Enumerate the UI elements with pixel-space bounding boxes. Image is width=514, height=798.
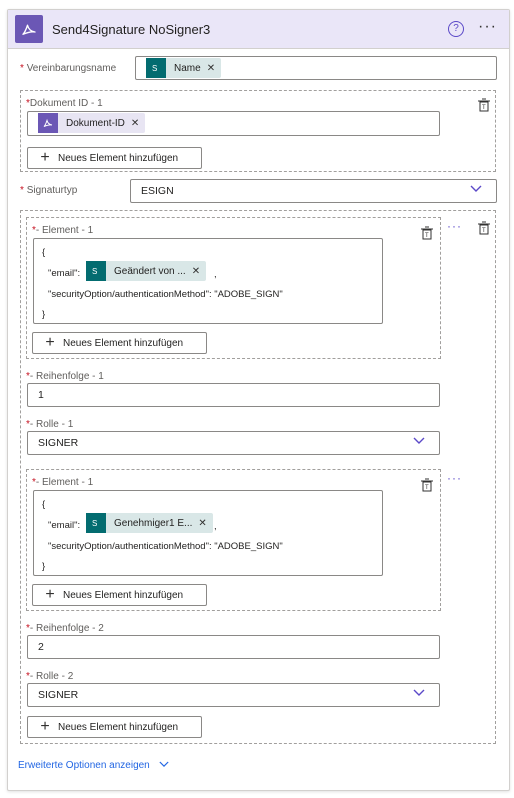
clear-items-icon[interactable]: T (420, 478, 434, 492)
dokument-id-token[interactable]: Dokument-ID ✕ (38, 113, 146, 133)
add-dokument-button[interactable]: + Neues Element hinzufügen (27, 147, 202, 169)
chevron-down-icon (413, 437, 425, 444)
more-icon[interactable]: ··· (478, 18, 497, 36)
reihenfolge-2-field[interactable]: 2 (27, 635, 440, 659)
signer-2-element-label: *- Element - 1 (32, 477, 94, 488)
svg-text:S: S (152, 64, 157, 73)
email-token[interactable]: S Genehmiger1 E... ✕ (86, 513, 213, 533)
svg-text:T: T (482, 228, 486, 234)
adobe-acrobat-icon (15, 15, 43, 43)
rolle-1-dropdown[interactable]: SIGNER (27, 431, 440, 455)
clear-items-icon[interactable]: T (477, 98, 491, 112)
signer-1-element-label: *- Element - 1 (32, 225, 94, 236)
clear-items-icon[interactable]: T (420, 226, 434, 240)
name-token[interactable]: S Name ✕ (146, 58, 222, 78)
more-icon[interactable]: ··· (447, 471, 462, 485)
remove-token-icon[interactable]: ✕ (131, 118, 139, 129)
signer-2-add-element-button[interactable]: + Neues Element hinzufügen (32, 584, 207, 606)
clear-items-icon[interactable]: T (477, 221, 491, 235)
email-token[interactable]: S Geändert von ... ✕ (86, 261, 207, 281)
sharepoint-icon: S (146, 58, 166, 78)
rolle-1-label: *- Rolle - 1 (26, 419, 74, 430)
svg-text:S: S (92, 267, 97, 276)
dokument-label: *Dokument ID - 1 (26, 98, 103, 109)
more-icon[interactable]: ··· (447, 219, 462, 233)
chevron-down-icon (470, 185, 482, 192)
svg-text:T: T (425, 485, 429, 491)
signer-1-add-element-button[interactable]: + Neues Element hinzufügen (32, 332, 207, 354)
plus-icon: + (40, 718, 50, 735)
show-advanced-options-link[interactable]: Erweiterte Optionen anzeigen (18, 760, 169, 771)
chevron-down-icon (413, 689, 425, 696)
action-title: Send4Signature NoSigner3 (52, 22, 211, 37)
rolle-2-label: *- Rolle - 2 (26, 671, 74, 682)
sharepoint-icon: S (86, 261, 106, 281)
help-circle-icon[interactable]: ? (448, 21, 464, 37)
action-header[interactable]: Send4Signature NoSigner3 ? ··· (8, 10, 509, 49)
vereinbarungsname-field[interactable]: S Name ✕ (135, 56, 497, 80)
remove-token-icon[interactable]: ✕ (198, 518, 206, 529)
sharepoint-icon: S (86, 513, 106, 533)
plus-icon: + (45, 334, 55, 351)
signer-1-json-editor[interactable]: { "email": S Geändert von ... ✕ , "secur… (33, 238, 383, 324)
svg-text:S: S (92, 519, 97, 528)
svg-text:T: T (482, 105, 486, 111)
reihenfolge-1-field[interactable]: 1 (27, 383, 440, 407)
add-signer-button[interactable]: + Neues Element hinzufügen (27, 716, 202, 738)
reihenfolge-1-label: *- Reihenfolge - 1 (26, 371, 104, 382)
reihenfolge-2-label: *- Reihenfolge - 2 (26, 623, 104, 634)
chevron-down-icon (158, 761, 169, 767)
signaturtyp-dropdown[interactable]: ESIGN (130, 179, 497, 203)
dokument-id-field[interactable]: Dokument-ID ✕ (27, 111, 440, 136)
plus-icon: + (40, 149, 50, 166)
plus-icon: + (45, 586, 55, 603)
svg-text:T: T (425, 233, 429, 239)
rolle-2-dropdown[interactable]: SIGNER (27, 683, 440, 707)
adobe-acrobat-icon (38, 113, 58, 133)
signer-2-json-editor[interactable]: { "email": S Genehmiger1 E... ✕ , "secur… (33, 490, 383, 576)
remove-token-icon[interactable]: ✕ (207, 63, 215, 74)
action-card: Send4Signature NoSigner3 ? ··· * Vereinb… (7, 9, 510, 791)
vereinbarungsname-label: * Vereinbarungsname (20, 63, 117, 74)
signaturtyp-label: * Signaturtyp (20, 185, 78, 196)
remove-token-icon[interactable]: ✕ (192, 266, 200, 277)
